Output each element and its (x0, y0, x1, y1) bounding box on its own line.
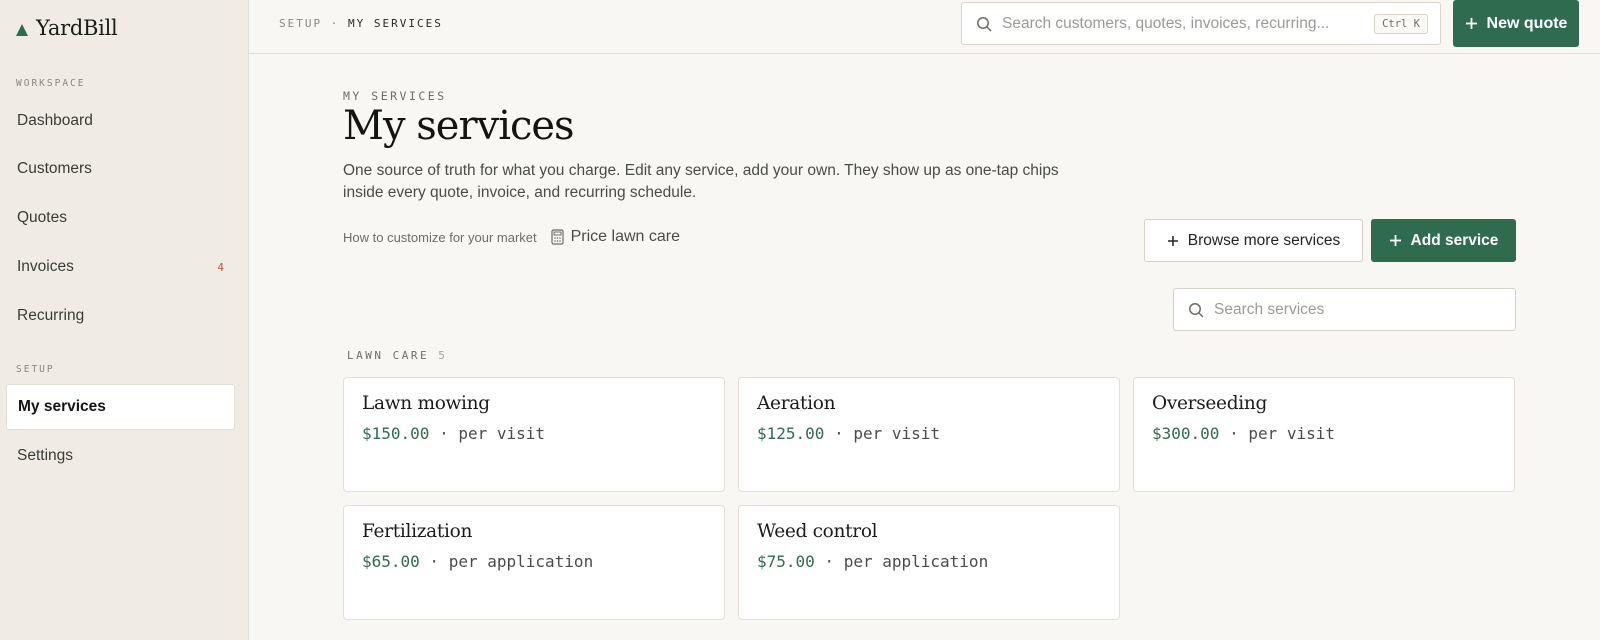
service-name: Fertilization (362, 521, 473, 542)
global-search-input[interactable]: Search customers, quotes, invoices, recu… (961, 2, 1441, 45)
search-icon (976, 16, 992, 32)
breadcrumb: SETUP · MY SERVICES (279, 17, 443, 30)
page-description: One source of truth for what you charge.… (343, 162, 1059, 201)
service-price-amount: $125.00 (757, 424, 825, 443)
setup-section-label: SETUP (16, 364, 55, 375)
service-name: Aeration (757, 393, 836, 414)
category-count: 5 (438, 349, 448, 362)
brand-triangle-icon (16, 23, 28, 36)
category-name: LAWN CARE (347, 349, 430, 362)
sidebar-item-recurring[interactable]: Recurring (6, 293, 235, 339)
browse-more-services-button[interactable]: Browse more services (1144, 219, 1363, 262)
sidebar-item-label: Quotes (17, 209, 67, 226)
sidebar-item-dashboard[interactable]: Dashboard (6, 98, 235, 144)
workspace-section-label: WORKSPACE (16, 78, 86, 89)
page-eyebrow: MY SERVICES (343, 89, 447, 103)
sidebar-item-label: Customers (17, 160, 92, 177)
category-header: LAWN CARE 5 (347, 349, 447, 362)
sidebar: YardBill WORKSPACE Dashboard Customers Q… (0, 0, 249, 640)
page-title: My services (343, 103, 575, 149)
plus-icon (1465, 17, 1478, 30)
brand-name: YardBill (36, 16, 118, 40)
price-lawn-care-label: Price lawn care (570, 228, 680, 245)
sidebar-item-label: Settings (17, 447, 74, 464)
service-name: Weed control (757, 521, 878, 542)
search-icon (1188, 302, 1204, 318)
add-service-label: Add service (1410, 231, 1499, 249)
service-price: $125.00 · per visit (757, 424, 941, 443)
service-name: Lawn mowing (362, 393, 490, 414)
service-price-amount: $150.00 (362, 424, 430, 443)
customize-help-link[interactable]: How to customize for your market (343, 230, 537, 245)
sidebar-item-my-services[interactable]: My services (6, 384, 235, 430)
service-price-unit: per visit (458, 424, 546, 443)
sidebar-item-customers[interactable]: Customers (6, 146, 235, 192)
sidebar-item-invoices[interactable]: Invoices 4 (6, 244, 235, 290)
service-price-amount: $65.00 (362, 552, 420, 571)
service-price-amount: $75.00 (757, 552, 815, 571)
new-quote-button[interactable]: New quote (1453, 0, 1579, 47)
service-search-input[interactable]: Search services (1173, 288, 1516, 331)
service-price: $300.00 · per visit (1152, 424, 1336, 443)
service-search-placeholder: Search services (1214, 300, 1325, 318)
sidebar-item-label: Invoices (17, 258, 74, 275)
service-name: Overseeding (1152, 393, 1268, 414)
search-shortcut-hint: Ctrl K (1374, 13, 1428, 34)
breadcrumb-separator: · (330, 17, 340, 30)
sidebar-item-quotes[interactable]: Quotes (6, 195, 235, 241)
global-search-placeholder: Search customers, quotes, invoices, recu… (1002, 14, 1330, 32)
help-links: How to customize for your market Price l… (343, 228, 680, 246)
browse-more-services-label: Browse more services (1187, 231, 1341, 249)
service-price: $75.00 · per application (757, 552, 989, 571)
service-card-weed-control[interactable]: Weed control $75.00 · per application (738, 505, 1120, 620)
service-price-unit: per application (448, 552, 594, 571)
service-price-unit: per visit (853, 424, 941, 443)
breadcrumb-current: MY SERVICES (348, 17, 443, 30)
calculator-icon (551, 229, 564, 245)
invoices-count-badge: 4 (217, 260, 224, 274)
service-price: $65.00 · per application (362, 552, 594, 571)
plus-icon (1167, 235, 1179, 247)
service-price: $150.00 · per visit (362, 424, 546, 443)
brand-logo[interactable]: YardBill (16, 16, 118, 40)
sidebar-item-label: Dashboard (17, 112, 93, 129)
service-card-aeration[interactable]: Aeration $125.00 · per visit (738, 377, 1120, 492)
service-card-lawn-mowing[interactable]: Lawn mowing $150.00 · per visit (343, 377, 725, 492)
service-price-unit: per application (843, 552, 989, 571)
top-bar: SETUP · MY SERVICES Search customers, qu… (249, 0, 1600, 54)
service-card-fertilization[interactable]: Fertilization $65.00 · per application (343, 505, 725, 620)
plus-icon (1389, 234, 1402, 247)
add-service-button[interactable]: Add service (1371, 219, 1516, 262)
sidebar-item-label: Recurring (17, 307, 85, 324)
breadcrumb-parent[interactable]: SETUP (279, 17, 322, 30)
service-price-unit: per visit (1248, 424, 1336, 443)
new-quote-label: New quote (1486, 14, 1568, 32)
service-card-overseeding[interactable]: Overseeding $300.00 · per visit (1133, 377, 1515, 492)
service-price-amount: $300.00 (1152, 424, 1220, 443)
price-lawn-care-link[interactable]: Price lawn care (551, 228, 680, 246)
sidebar-item-settings[interactable]: Settings (6, 433, 235, 479)
sidebar-item-label: My services (18, 398, 106, 415)
